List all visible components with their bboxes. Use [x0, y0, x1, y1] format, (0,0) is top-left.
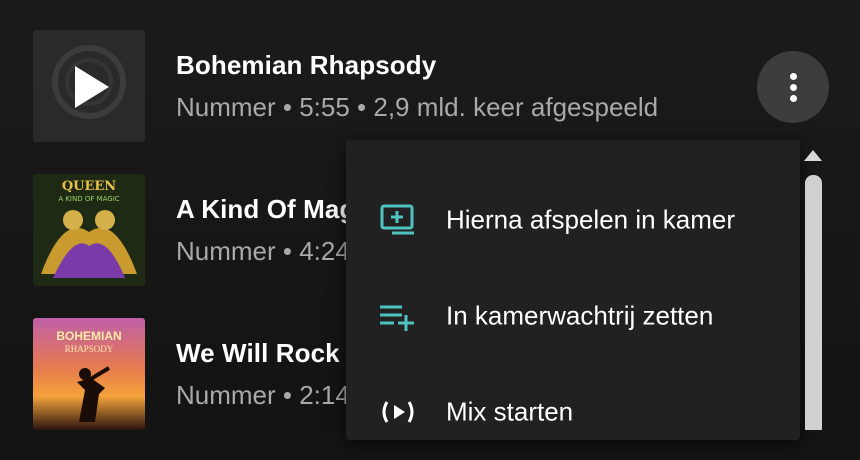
- menu-item-label: Mix starten: [446, 396, 574, 427]
- svg-text:BOHEMIAN: BOHEMIAN: [56, 329, 121, 343]
- song-meta: Nummer • 5:55 • 2,9 mld. keer afgespeeld: [176, 92, 659, 122]
- radio-mix-icon: [382, 401, 414, 423]
- album-art: BOHEMIAN RHAPSODY: [56, 329, 122, 422]
- song-meta: Nummer • 4:24: [176, 236, 350, 266]
- svg-text:A KIND OF MAGIC: A KIND OF MAGIC: [58, 195, 119, 203]
- scrollbar-thumb[interactable]: [805, 175, 822, 430]
- more-vert-icon: [789, 72, 797, 80]
- svg-text:QUEEN: QUEEN: [62, 179, 116, 194]
- menu-item-add-to-room-queue[interactable]: In kamerwachtrij zetten: [346, 268, 800, 364]
- play-icon[interactable]: [33, 30, 145, 142]
- menu-item-label: Hierna afspelen in kamer: [446, 204, 736, 235]
- menu-item-play-next-in-room[interactable]: Hierna afspelen in kamer: [346, 172, 800, 268]
- play-next-icon: [380, 204, 414, 235]
- more-options-button[interactable]: [757, 51, 829, 123]
- album-thumbnail[interactable]: [33, 30, 145, 142]
- album-art: QUEEN A KIND OF MAGIC: [33, 174, 145, 286]
- menu-item-label: In kamerwachtrij zetten: [446, 300, 714, 331]
- svg-text:RHAPSODY: RHAPSODY: [65, 344, 114, 354]
- album-thumbnail[interactable]: BOHEMIAN RHAPSODY: [33, 318, 145, 430]
- song-title: Bohemian Rhapsody: [176, 50, 437, 80]
- menu-item-start-mix[interactable]: Mix starten: [346, 364, 800, 460]
- add-to-queue-icon: [380, 305, 414, 331]
- album-thumbnail[interactable]: QUEEN A KIND OF MAGIC: [33, 174, 145, 286]
- context-menu: Hierna afspelen in kamer In kamerwachtri…: [346, 140, 800, 440]
- song-row-bohemian-rhapsody[interactable]: Bohemian Rhapsody Nummer • 5:55 • 2,9 ml…: [0, 14, 860, 158]
- scroll-up-arrow-icon[interactable]: [804, 150, 822, 161]
- song-meta: Nummer • 2:14: [176, 380, 350, 410]
